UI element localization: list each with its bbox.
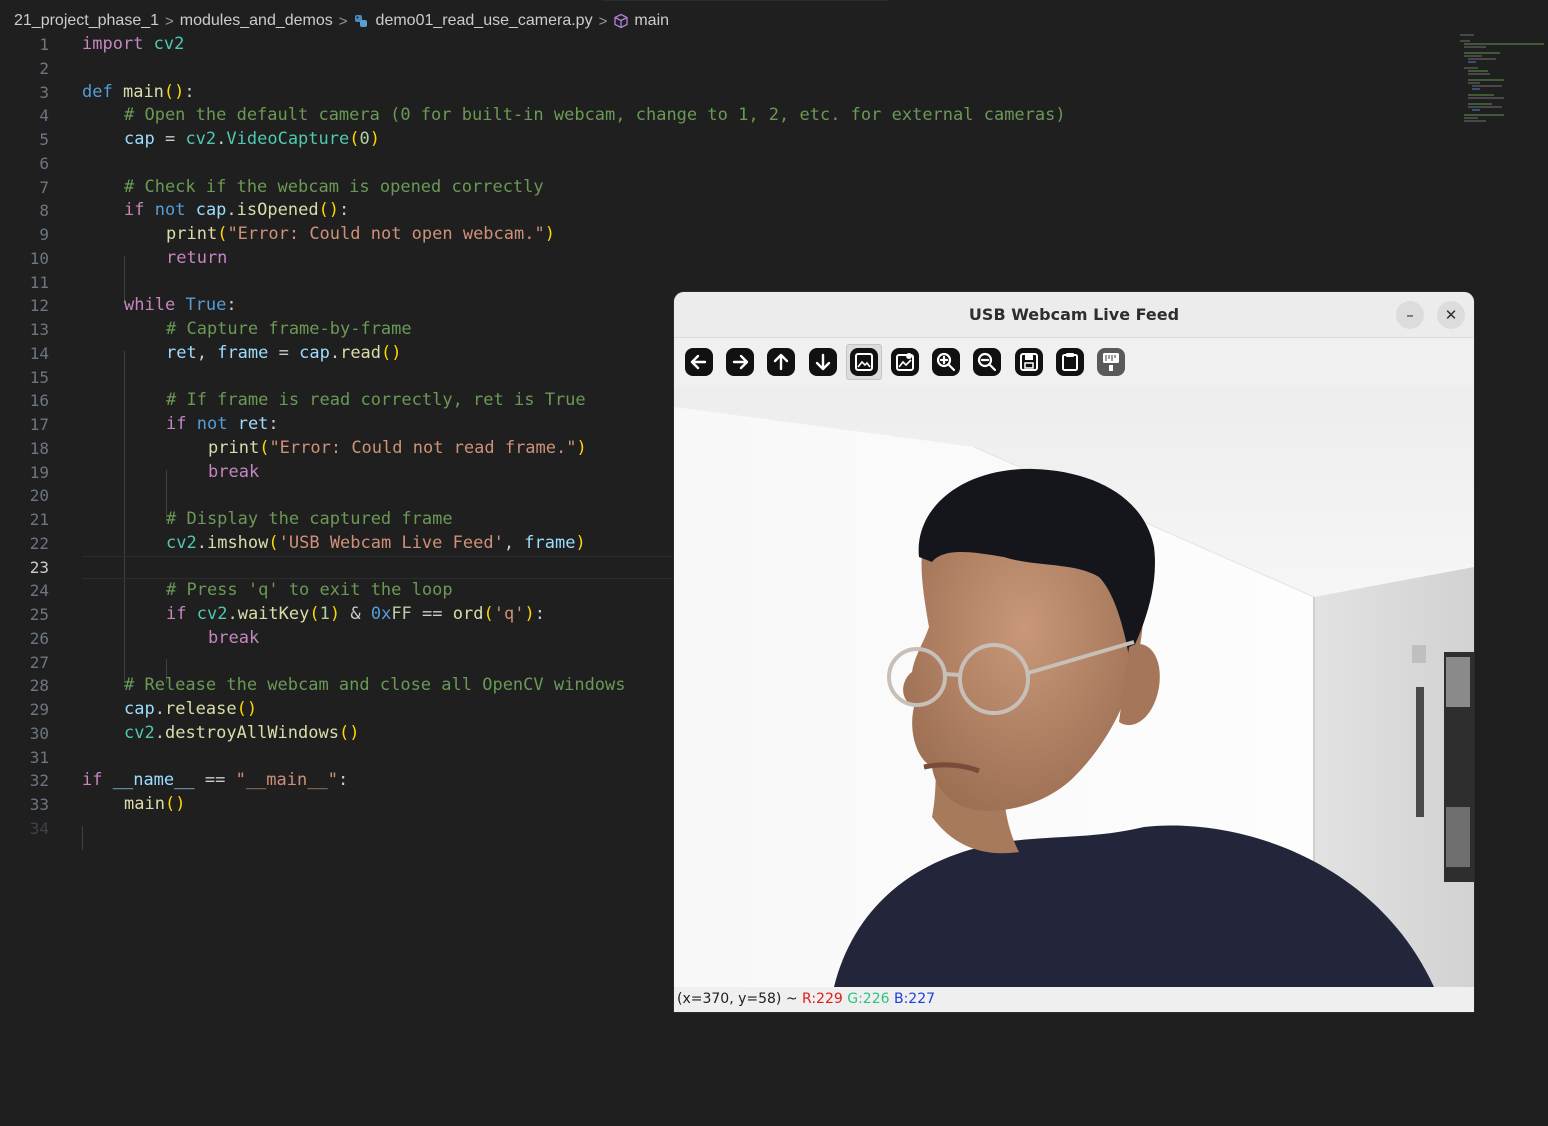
line-number: 7 xyxy=(39,177,49,197)
line-number: 23 xyxy=(29,557,49,577)
line-number: 21 xyxy=(29,510,49,529)
code-line: 6 xyxy=(0,152,1460,176)
breadcrumb-file[interactable]: demo01_read_use_camera.py xyxy=(376,12,593,30)
chevron-right-icon: > xyxy=(338,12,348,30)
code-line: 9 print("Error: Could not open webcam.") xyxy=(0,223,1460,247)
zoom-in-icon xyxy=(932,348,961,376)
line-number: 18 xyxy=(29,438,49,458)
chevron-right-icon: > xyxy=(598,12,608,30)
viewer-toolbar xyxy=(674,338,1474,386)
line-number: 14 xyxy=(29,343,49,363)
line-number: 15 xyxy=(29,367,49,387)
zoom-out-icon xyxy=(973,348,1002,376)
arrow-left-icon xyxy=(685,348,713,376)
line-number: 11 xyxy=(29,272,49,292)
code-line: 11 xyxy=(0,271,1460,295)
minimap[interactable] xyxy=(1458,34,1548,124)
code-line: 10 return xyxy=(0,247,1460,271)
minimize-button[interactable]: – xyxy=(1396,301,1424,329)
image-icon xyxy=(849,348,878,376)
zoom-out-button[interactable] xyxy=(971,346,1003,378)
chevron-right-icon: > xyxy=(165,12,174,30)
line-number: 13 xyxy=(29,320,49,339)
line-number: 4 xyxy=(39,106,49,126)
webcam-window[interactable]: USB Webcam Live Feed – ✕ (x=370, y=58) ~… xyxy=(674,292,1474,1012)
pixel-coordinates: (x=370, y=58) ~ xyxy=(677,991,803,1007)
cube-symbol-icon xyxy=(613,13,629,29)
zoom-in-button[interactable] xyxy=(930,346,962,378)
code-line: 1 import cv2 xyxy=(0,33,1460,57)
code-line: 4 # Open the default camera (0 for built-… xyxy=(0,104,1460,128)
breadcrumb-folder-modules[interactable]: modules_and_demos xyxy=(180,12,333,30)
close-button[interactable]: ✕ xyxy=(1437,301,1465,329)
pixel-green-value: G:226 xyxy=(847,991,890,1007)
line-number: 3 xyxy=(39,82,49,102)
line-number: 16 xyxy=(29,391,49,411)
pan-down-button[interactable] xyxy=(807,346,839,378)
properties-button[interactable] xyxy=(1095,346,1127,378)
line-number: 20 xyxy=(29,486,49,506)
line-number: 17 xyxy=(29,415,49,434)
status-bar: (x=370, y=58) ~ R:229 G:226 B:227 xyxy=(674,987,1474,1012)
code-line: 5 cap = cv2.VideoCapture(0) xyxy=(0,128,1460,152)
line-number: 19 xyxy=(29,462,49,482)
line-number: 10 xyxy=(29,248,49,268)
code-line: 7 # Check if the webcam is opened correct… xyxy=(0,176,1460,200)
line-number: 32 xyxy=(29,771,49,791)
pan-left-button[interactable] xyxy=(683,346,715,378)
breadcrumb-folder-project[interactable]: 21_project_phase_1 xyxy=(14,12,159,30)
image-settings-icon xyxy=(890,348,919,376)
pan-right-button[interactable] xyxy=(724,346,756,378)
line-number: 25 xyxy=(29,605,49,624)
code-line: 2 xyxy=(0,57,1460,81)
breadcrumb-symbol-main[interactable]: main xyxy=(634,12,669,30)
pixel-blue-value: B:227 xyxy=(893,991,936,1007)
line-number: 2 xyxy=(39,58,49,78)
line-number: 27 xyxy=(29,652,49,672)
webcam-image[interactable] xyxy=(674,387,1474,987)
zoom-to-fit-button[interactable] xyxy=(845,344,882,380)
line-number: 31 xyxy=(29,747,49,767)
window-title: USB Webcam Live Feed xyxy=(968,305,1180,324)
line-number: 5 xyxy=(39,130,49,149)
image-options-button[interactable] xyxy=(889,346,921,378)
line-number: 29 xyxy=(29,700,49,719)
properties-icon xyxy=(1096,348,1125,376)
python-file-icon xyxy=(354,14,368,28)
copy-to-clipboard-button[interactable] xyxy=(1054,346,1086,378)
arrow-up-icon xyxy=(767,348,796,376)
line-number: 8 xyxy=(39,201,49,221)
line-number: 30 xyxy=(29,723,49,743)
pixel-red-value: R:229 xyxy=(802,991,843,1007)
save-image-button[interactable] xyxy=(1013,346,1045,378)
code-line: 3 def main(): xyxy=(0,81,1460,105)
line-number: 28 xyxy=(29,676,49,696)
pan-up-button[interactable] xyxy=(765,346,797,378)
line-number: 33 xyxy=(29,795,49,814)
line-number: 34 xyxy=(29,818,49,838)
line-number: 6 xyxy=(39,153,49,173)
arrow-down-icon xyxy=(808,348,837,376)
line-number: 24 xyxy=(29,581,49,601)
line-number: 1 xyxy=(39,35,49,54)
line-number: 9 xyxy=(39,225,49,244)
arrow-right-icon xyxy=(726,348,755,376)
line-number: 26 xyxy=(29,628,49,648)
line-number: 12 xyxy=(29,296,49,316)
window-titlebar[interactable]: USB Webcam Live Feed – ✕ xyxy=(674,292,1474,338)
line-number: 22 xyxy=(29,533,49,553)
code-line: 8 if not cap.isOpened(): xyxy=(0,199,1460,223)
webcam-frame-image xyxy=(674,387,1474,987)
save-icon xyxy=(1014,348,1043,376)
clipboard-icon xyxy=(1055,348,1084,376)
